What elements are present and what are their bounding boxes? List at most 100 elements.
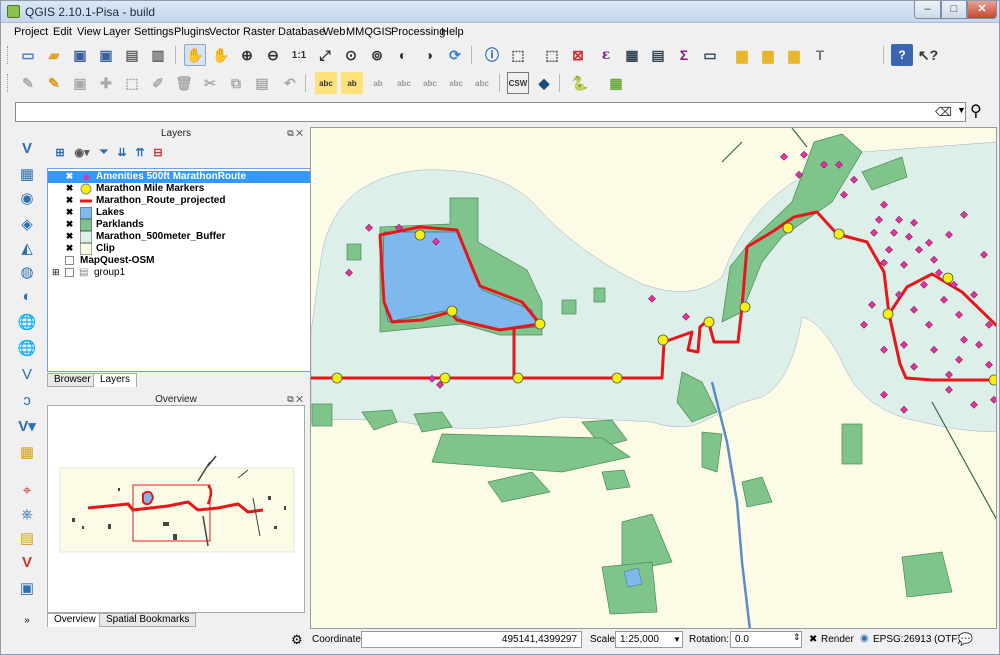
toolbar-overflow-icon[interactable]: »: [15, 609, 39, 631]
add-db2-layer-icon[interactable]: ◐: [15, 285, 39, 307]
crs-status[interactable]: EPSG:26913 (OTF): [873, 634, 961, 645]
openlayers-plugin-icon[interactable]: ▦: [605, 72, 627, 94]
label-toolbar-icon[interactable]: abc: [315, 72, 337, 94]
add-delimited-text-icon[interactable]: ↄ: [15, 389, 39, 411]
layer-row-parklands[interactable]: ✖ Parklands: [48, 219, 346, 231]
layer-visibility-checkbox[interactable]: ✖: [65, 244, 74, 253]
tab-overview[interactable]: Overview: [47, 613, 103, 627]
menu-vector[interactable]: Vector: [209, 26, 240, 38]
pan-to-selection-icon[interactable]: ✋: [210, 44, 232, 66]
coordinate-field[interactable]: 495141,4399297: [361, 631, 582, 648]
topology-checker-icon[interactable]: V: [15, 551, 39, 573]
layer-row-amenities[interactable]: ✖ Amenities 500ft MarathonRoute: [48, 171, 346, 183]
add-raster-layer-icon[interactable]: ▦: [15, 163, 39, 185]
zoom-last-icon[interactable]: ◐: [392, 44, 414, 66]
menu-layer[interactable]: Layer: [103, 26, 131, 38]
menu-mmqgis[interactable]: MMQGIS: [346, 26, 392, 38]
georeferencer-icon[interactable]: ▣: [15, 577, 39, 599]
locator-input[interactable]: [15, 102, 966, 122]
paste-features-icon[interactable]: ▤: [251, 72, 273, 94]
new-spatialite-icon[interactable]: ▦: [15, 441, 39, 463]
chevron-down-icon[interactable]: ▼: [673, 635, 681, 644]
metasearch-icon[interactable]: ◆: [533, 72, 555, 94]
zoom-native-icon[interactable]: 1:1: [288, 44, 310, 66]
add-group-icon[interactable]: ⊞: [51, 144, 69, 160]
search-icon[interactable]: ⚲: [970, 101, 982, 121]
overview-map[interactable]: [47, 405, 305, 613]
message-log-icon[interactable]: ⚙: [291, 632, 303, 648]
layer-row-route[interactable]: ✖ Marathon_Route_projected: [48, 195, 346, 207]
panel-float-close-icons[interactable]: ⧉ ✕: [287, 128, 303, 139]
layer-visibility-checkbox[interactable]: ✖: [65, 196, 74, 205]
layer-row-lakes[interactable]: ✖ Lakes: [48, 207, 346, 219]
close-button[interactable]: ✕: [967, 1, 997, 19]
compose-manager-icon[interactable]: ▥: [147, 44, 169, 66]
layer-visibility-checkbox[interactable]: ✖: [65, 184, 74, 193]
add-vector-layer-icon[interactable]: V: [15, 137, 39, 159]
copy-features-icon[interactable]: ⧉: [225, 72, 247, 94]
tab-layers[interactable]: Layers: [93, 373, 138, 387]
zoom-in-icon[interactable]: ⊕: [236, 44, 258, 66]
map-tips-icon[interactable]: ▆: [731, 44, 753, 66]
statistics-table-icon[interactable]: ▤: [647, 44, 669, 66]
menu-project[interactable]: Project: [14, 26, 48, 38]
new-shapefile-icon[interactable]: V▾: [15, 415, 39, 437]
field-calculator-icon[interactable]: ε: [595, 44, 617, 66]
messages-icon[interactable]: 💬: [958, 632, 973, 646]
menu-database[interactable]: Database: [278, 26, 325, 38]
toolbar-grip[interactable]: [7, 46, 10, 64]
tab-browser[interactable]: Browser: [47, 373, 98, 387]
add-mssql-layer-icon[interactable]: ◭: [15, 237, 39, 259]
crosshair-icon[interactable]: ⌖: [15, 479, 39, 501]
render-checkbox[interactable]: ✖: [809, 634, 817, 645]
save-as-icon[interactable]: ▣: [95, 44, 117, 66]
layer-row-group1[interactable]: ⊞ ▤ group1: [48, 267, 346, 279]
undo-icon[interactable]: ↶: [279, 72, 301, 94]
remove-layer-icon[interactable]: ⊟: [149, 144, 167, 160]
maximize-button[interactable]: □: [941, 1, 967, 19]
layer-row-buffer[interactable]: ✖ Marathon_500meter_Buffer: [48, 231, 346, 243]
cut-features-icon[interactable]: ✂: [199, 72, 221, 94]
expand-icon[interactable]: ⊞: [52, 267, 60, 278]
measure-icon[interactable]: ▭: [699, 44, 721, 66]
new-project-icon[interactable]: ▭: [17, 44, 39, 66]
zoom-full-icon[interactable]: ⤢: [314, 44, 336, 66]
menu-help[interactable]: Help: [441, 26, 464, 38]
refresh-icon[interactable]: ⟳: [444, 44, 466, 66]
map-canvas[interactable]: [310, 127, 997, 629]
label-move-icon[interactable]: abc: [393, 72, 415, 94]
zoom-next-icon[interactable]: ◑: [418, 44, 440, 66]
label-highlight-icon[interactable]: abc: [471, 72, 493, 94]
help-icon[interactable]: ?: [891, 44, 913, 66]
text-annotation-icon[interactable]: T: [809, 44, 831, 66]
csw-icon[interactable]: CSW: [507, 72, 529, 94]
layer-visibility-checkbox[interactable]: ✖: [65, 208, 74, 217]
minimize-button[interactable]: –: [914, 1, 941, 19]
current-edits-icon[interactable]: ✎: [17, 72, 39, 94]
add-wfs-layer-icon[interactable]: V: [15, 363, 39, 385]
print-composer-icon[interactable]: ▤: [121, 44, 143, 66]
layer-visibility-checkbox[interactable]: ✖: [65, 172, 74, 181]
group-visibility-checkbox[interactable]: [65, 268, 74, 277]
gps-tools-icon[interactable]: ⎈: [15, 503, 39, 525]
add-postgis-layer-icon[interactable]: ◉: [15, 187, 39, 209]
label-pin-icon[interactable]: ab: [341, 72, 363, 94]
menu-edit[interactable]: Edit: [53, 26, 72, 38]
filter-legend-icon[interactable]: ⏷: [95, 144, 113, 160]
select-by-location-icon[interactable]: ⬚: [541, 44, 563, 66]
panel-float-close-icons[interactable]: ⧉ ✕: [287, 394, 303, 405]
identify-icon[interactable]: ⓘ: [481, 44, 503, 66]
select-icon[interactable]: ⬚: [507, 44, 529, 66]
crs-icon[interactable]: ◉: [860, 633, 869, 644]
menu-settings[interactable]: Settings: [134, 26, 174, 38]
rotation-spinner-icon[interactable]: ⇕: [793, 632, 801, 643]
expand-all-icon[interactable]: ⇊: [113, 144, 131, 160]
label-show-icon[interactable]: ab: [367, 72, 389, 94]
pan-map-icon[interactable]: ✋: [184, 44, 206, 66]
add-oracle-layer-icon[interactable]: ◍: [15, 261, 39, 283]
manage-visibility-icon[interactable]: ◉▾: [71, 144, 93, 160]
node-tool-icon[interactable]: ✐: [147, 72, 169, 94]
add-feature-icon[interactable]: ✚: [95, 72, 117, 94]
statistics-icon[interactable]: Σ: [673, 44, 695, 66]
menu-plugins[interactable]: Plugins: [174, 26, 210, 38]
